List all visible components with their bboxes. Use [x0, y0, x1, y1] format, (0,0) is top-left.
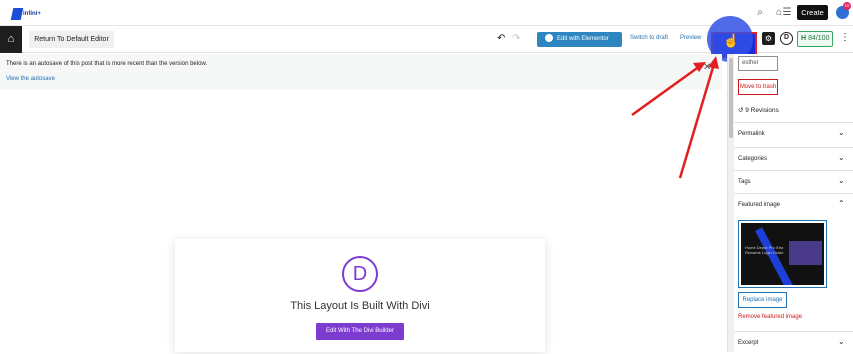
annotation-arrow: [678, 56, 719, 179]
annotation-arrows: [631, 56, 719, 179]
annotation-arrow: [631, 62, 706, 117]
